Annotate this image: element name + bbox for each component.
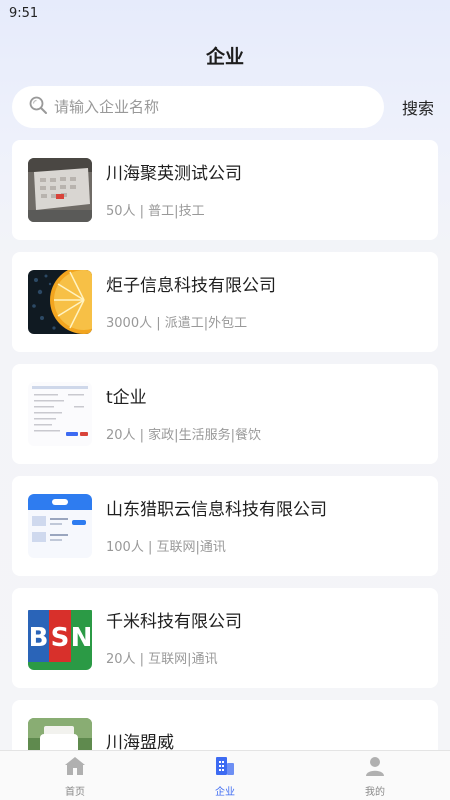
calendar-photo-icon bbox=[28, 158, 92, 222]
home-icon bbox=[63, 754, 87, 783]
company-info: t企业 20人 | 家政|生活服务|餐饮 bbox=[106, 386, 261, 443]
company-card[interactable]: t企业 20人 | 家政|生活服务|餐饮 bbox=[12, 364, 438, 464]
tab-company[interactable]: 企业 bbox=[150, 751, 300, 800]
company-info: 千米科技有限公司 20人 | 互联网|通讯 bbox=[106, 610, 242, 667]
profile-icon bbox=[363, 754, 387, 783]
tab-label: 我的 bbox=[365, 786, 385, 798]
company-card[interactable]: 川海聚英测试公司 50人 | 普工|技工 bbox=[12, 140, 438, 240]
company-name: 炬子信息科技有限公司 bbox=[106, 275, 276, 296]
svg-text:N: N bbox=[71, 623, 92, 653]
svg-text:S: S bbox=[51, 623, 70, 653]
tab-home[interactable]: 首页 bbox=[0, 751, 150, 800]
search-input[interactable] bbox=[54, 98, 354, 116]
svg-text:B: B bbox=[29, 623, 49, 653]
company-info: 川海聚英测试公司 50人 | 普工|技工 bbox=[106, 162, 242, 219]
document-screenshot-icon bbox=[28, 382, 92, 446]
company-name: t企业 bbox=[106, 387, 147, 408]
page-title: 企业 bbox=[205, 46, 244, 68]
status-bar: 9:51 bbox=[0, 0, 450, 26]
company-name: 千米科技有限公司 bbox=[106, 611, 242, 632]
tab-label: 首页 bbox=[65, 786, 85, 798]
company-card[interactable]: B S N 千米科技有限公司 20人 | 互联网|通讯 bbox=[12, 588, 438, 688]
bsn-logo-icon: B S N bbox=[28, 606, 92, 670]
search-button[interactable]: 搜索 bbox=[402, 95, 434, 119]
company-card[interactable]: 炬子信息科技有限公司 3000人 | 派遣工|外包工 bbox=[12, 252, 438, 352]
company-name: 川海聚英测试公司 bbox=[106, 163, 242, 184]
search-row: 搜索 bbox=[12, 86, 438, 128]
tab-label: 企业 bbox=[215, 786, 235, 798]
company-card[interactable]: 山东猎职云信息科技有限公司 100人 | 互联网|通讯 bbox=[12, 476, 438, 576]
company-info: 炬子信息科技有限公司 3000人 | 派遣工|外包工 bbox=[106, 274, 276, 331]
company-meta: 20人 | 家政|生活服务|餐饮 bbox=[106, 427, 261, 443]
web-screenshot-icon bbox=[28, 494, 92, 558]
company-name: 山东猎职云信息科技有限公司 bbox=[106, 499, 327, 520]
company-meta: 20人 | 互联网|通讯 bbox=[106, 651, 218, 667]
status-time: 9:51 bbox=[9, 6, 39, 21]
tab-profile[interactable]: 我的 bbox=[300, 751, 450, 800]
company-meta: 3000人 | 派遣工|外包工 bbox=[106, 315, 248, 331]
search-box[interactable] bbox=[12, 86, 384, 128]
company-meta: 50人 | 普工|技工 bbox=[106, 203, 205, 219]
bottom-tab-bar: 首页 企业 我的 bbox=[0, 750, 450, 800]
company-list: 川海聚英测试公司 50人 | 普工|技工 炬子信息科技有限公司 3000人 | … bbox=[12, 140, 438, 800]
company-info: 山东猎职云信息科技有限公司 100人 | 互联网|通讯 bbox=[106, 498, 327, 555]
search-icon bbox=[28, 95, 48, 119]
company-icon bbox=[213, 754, 237, 783]
orange-slice-photo-icon bbox=[28, 270, 92, 334]
company-meta: 100人 | 互联网|通讯 bbox=[106, 539, 226, 555]
